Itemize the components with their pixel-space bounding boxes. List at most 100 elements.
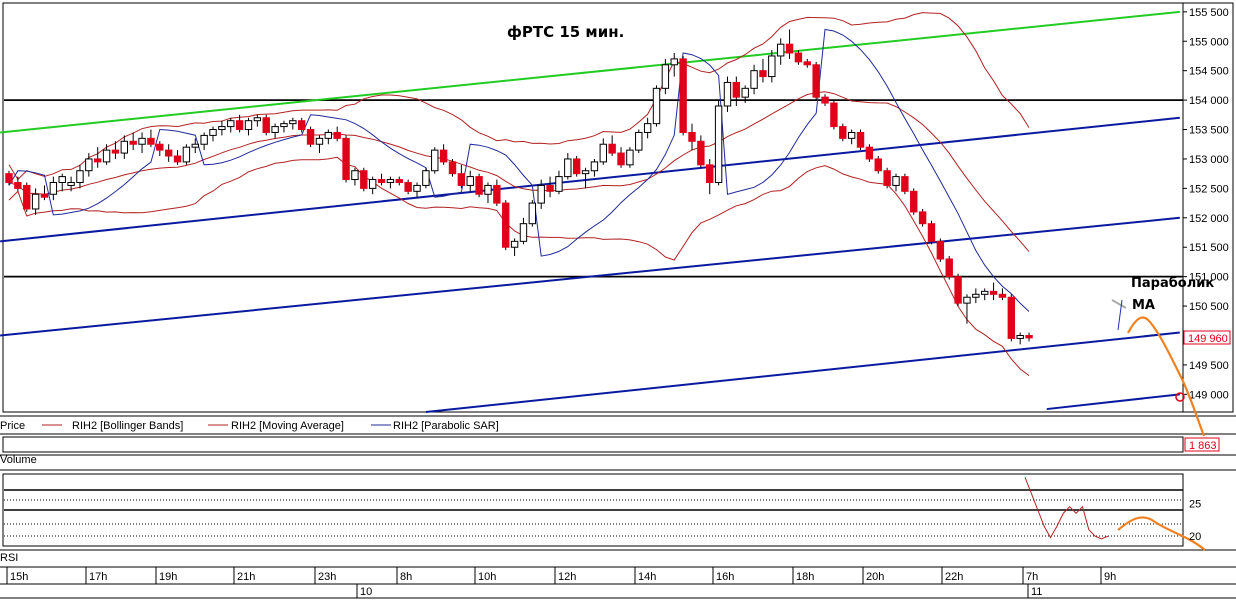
hour-label: 17h <box>89 571 107 583</box>
price-tick-label: 151 500 <box>1189 242 1229 254</box>
candle <box>910 188 918 215</box>
chart-title: фРТС 15 мин. <box>507 23 624 41</box>
candle-body <box>40 193 49 198</box>
candle-body <box>1016 334 1024 339</box>
candle-body <box>830 102 838 128</box>
candle <box>794 50 803 65</box>
candle-body <box>475 176 483 195</box>
candle-body <box>102 149 111 163</box>
candle <box>271 123 279 139</box>
rsi-line <box>1024 477 1109 540</box>
candle <box>439 144 448 165</box>
candle <box>679 55 687 136</box>
hour-label: 18h <box>796 571 814 583</box>
candle-body <box>972 293 980 298</box>
horizontal-levels <box>4 99 1183 278</box>
candle <box>324 129 333 145</box>
candle-body <box>404 181 412 192</box>
candle-body <box>856 131 865 148</box>
candle-body <box>608 143 616 154</box>
candle <box>945 256 953 280</box>
candle-body <box>209 129 217 136</box>
candle-body <box>998 293 1007 298</box>
candle <box>519 217 528 245</box>
candle <box>227 117 235 133</box>
candle <box>173 150 182 165</box>
price-tick-label: 154 000 <box>1189 95 1229 107</box>
candle <box>209 126 217 142</box>
candle <box>572 156 581 177</box>
candle <box>253 114 262 127</box>
candle <box>31 188 40 215</box>
candle <box>892 173 900 192</box>
candle <box>785 29 794 59</box>
annotation-ma: МА <box>1132 298 1155 313</box>
candle-body <box>448 161 457 175</box>
candle <box>510 238 519 257</box>
annotation-parabolic: Параболик <box>1131 276 1214 291</box>
candle <box>981 288 989 301</box>
candle-body <box>244 120 253 131</box>
candle <box>386 176 395 189</box>
hour-label: 16h <box>716 571 734 583</box>
candle <box>306 126 315 148</box>
candle <box>94 147 102 168</box>
candle <box>688 123 696 151</box>
candle-body <box>306 129 315 145</box>
candle-body <box>182 146 191 163</box>
candle <box>643 117 652 139</box>
candle-body <box>395 179 403 183</box>
candle-body <box>555 176 563 192</box>
candle-body <box>617 152 625 166</box>
candle-body <box>874 158 882 172</box>
candle <box>40 185 49 201</box>
price-tick-label: 155 500 <box>1189 7 1229 19</box>
candle <box>182 144 191 165</box>
candle <box>102 144 111 165</box>
candle <box>431 147 439 174</box>
candle <box>599 138 607 165</box>
candle-body <box>315 137 324 145</box>
indicators <box>8 12 1030 376</box>
price-tick-label: 150 500 <box>1189 301 1229 313</box>
candle-body <box>439 149 448 163</box>
candle-body <box>31 193 40 210</box>
candle-body <box>581 170 590 175</box>
price-tick-label: 149 500 <box>1189 360 1229 372</box>
candle-body <box>635 131 643 151</box>
candle-body <box>936 240 945 260</box>
candle <box>830 100 838 130</box>
candle-body <box>519 223 528 242</box>
channel-line-bottom <box>1046 393 1180 411</box>
candle <box>475 173 483 198</box>
candle-body <box>865 146 874 160</box>
candle <box>289 117 297 130</box>
candle-body <box>812 64 820 98</box>
candle <box>377 173 386 186</box>
hour-label: 19h <box>159 571 177 583</box>
candle <box>23 182 31 212</box>
candle-body <box>147 137 155 145</box>
candle-body <box>173 155 182 163</box>
candle <box>936 238 945 262</box>
candle <box>1016 332 1024 345</box>
rsi-tick-label: 25 <box>1189 498 1201 510</box>
candle <box>626 147 634 168</box>
candle <box>262 114 270 136</box>
candle-body <box>262 117 270 133</box>
candle <box>156 141 164 157</box>
hour-label: 15h <box>10 571 28 583</box>
price-tick-label: 153 000 <box>1189 154 1229 166</box>
candle <box>635 129 643 154</box>
channel-line-lower <box>425 331 1180 413</box>
candle-body <box>280 123 288 128</box>
candle-body <box>111 149 120 154</box>
candle-body <box>129 140 137 145</box>
price-axis-frame <box>1182 2 1234 413</box>
candle-body <box>847 131 856 139</box>
hour-label: 12h <box>558 571 576 583</box>
candle <box>280 120 288 133</box>
time-axis: 15h 17h 19h 21h 23h 8h 10h 12h 14h 16h 18h 20h 22h 7h… <box>6 567 1116 598</box>
candle <box>803 58 811 68</box>
candle-body <box>191 143 199 148</box>
